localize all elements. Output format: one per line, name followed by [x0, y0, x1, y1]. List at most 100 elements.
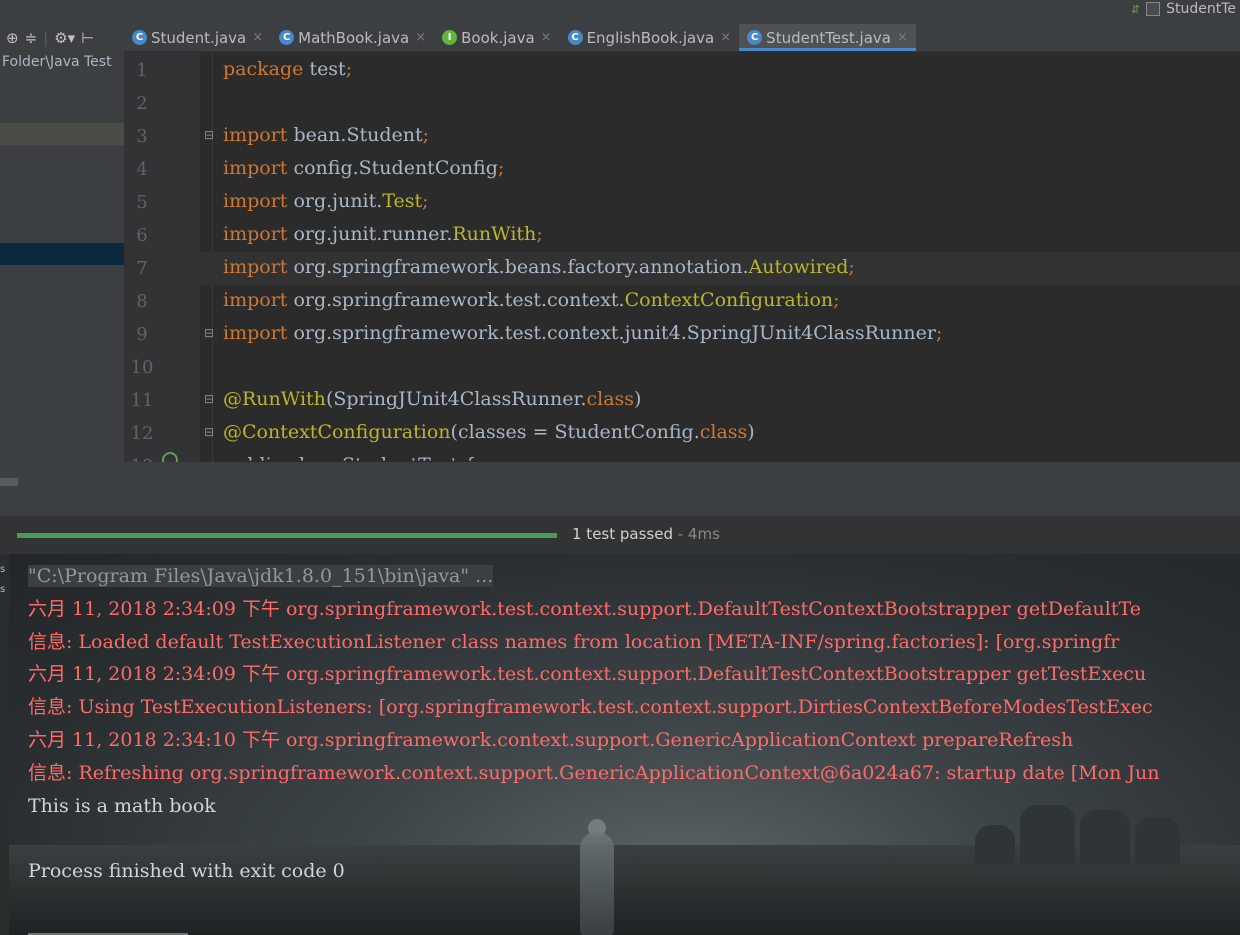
run-console[interactable]: s s "C:\Program Files\Java\jdk1.8.0_151\… — [0, 554, 1240, 935]
class-c-icon: C — [132, 30, 147, 45]
console-line: 六月 11, 2018 2:34:10 下午 org.springframewo… — [28, 728, 1074, 751]
package-name: org.springframework.beans.factory.annota… — [287, 256, 749, 278]
keyword: class — [586, 388, 635, 410]
identifier: (SpringJUnit4ClassRunner. — [325, 388, 587, 410]
console-line: "C:\Program Files\Java\jdk1.8.0_151\bin\… — [28, 560, 1159, 593]
crosshair-icon[interactable]: ⊕ — [6, 29, 19, 47]
line-number: 9 — [136, 324, 148, 345]
keyword: package — [223, 58, 304, 80]
close-icon[interactable]: × — [252, 30, 263, 45]
keyword: class — [699, 421, 748, 443]
fold-marker-icon[interactable] — [204, 62, 216, 76]
console-left-strip — [0, 554, 9, 935]
line-number: 10 — [130, 357, 154, 378]
tab-studenttest[interactable]: C StudentTest.java × — [739, 24, 916, 51]
tab-book[interactable]: I Book.java × — [434, 24, 559, 51]
fold-marker-icon[interactable]: ⊟ — [204, 326, 216, 340]
code-line-11[interactable]: @RunWith(SpringJUnit4ClassRunner.class) — [223, 388, 641, 410]
line-number: 8 — [136, 291, 148, 312]
test-status-bar: 1 test passed - 4ms — [0, 516, 1240, 554]
fold-marker-icon[interactable] — [204, 95, 216, 109]
fold-marker-icon[interactable] — [204, 227, 216, 241]
close-icon[interactable]: × — [897, 30, 908, 45]
console-command[interactable]: "C:\Program Files\Java\jdk1.8.0_151\bin\… — [28, 565, 494, 587]
top-toolbar-strip: ⇵ StudentTe — [0, 0, 1240, 24]
identifier: config.StudentConfig — [287, 157, 498, 179]
identifier: bean.Student — [287, 124, 423, 146]
tab-label: Book.java — [461, 28, 535, 47]
sidebar-row-highlight[interactable] — [0, 123, 124, 145]
code-line-8[interactable]: import org.springframework.test.context.… — [223, 289, 840, 311]
console-line: This is a math book — [28, 794, 216, 817]
code-line-9[interactable]: import org.springframework.test.context.… — [223, 322, 942, 344]
package-name: org.springframework.test.context. — [287, 289, 625, 311]
close-icon[interactable]: × — [415, 30, 426, 45]
fold-marker-icon[interactable] — [204, 359, 216, 373]
class-name: Autowired — [748, 256, 849, 278]
editor-hscroll-thumb[interactable] — [0, 478, 18, 486]
class-name: ContextConfiguration — [624, 289, 834, 311]
top-right-tab-label: StudentTe — [1166, 1, 1236, 17]
class-name: Test — [382, 190, 423, 212]
fold-marker-icon[interactable] — [204, 161, 216, 175]
hide-panel-icon[interactable]: ⊢ — [81, 29, 94, 47]
fold-marker-icon[interactable]: ⊟ — [204, 425, 216, 439]
code-line-5[interactable]: import org.junit.Test; — [223, 190, 429, 212]
keyword: import — [223, 289, 288, 311]
fold-marker-icon[interactable]: ⊟ — [204, 128, 216, 142]
code-line-4[interactable]: import config.StudentConfig; — [223, 157, 504, 179]
line-number: 1 — [136, 60, 148, 81]
semicolon: ; — [422, 190, 429, 212]
code-editor[interactable]: 123⊟456789⊟1011⊟12⊟13 package test; impo… — [124, 52, 1240, 462]
code-row: 10 — [124, 351, 1240, 384]
collapse-icon[interactable]: ≑ — [25, 29, 38, 47]
close-icon[interactable]: × — [541, 30, 552, 45]
top-right-tab[interactable]: ⇵ StudentTe — [1127, 0, 1240, 18]
code-line-12[interactable]: @ContextConfiguration(classes = StudentC… — [223, 421, 755, 443]
semicolon: ; — [833, 289, 840, 311]
code-line-6[interactable]: import org.junit.runner.RunWith; — [223, 223, 543, 245]
tab-label: MathBook.java — [298, 28, 410, 47]
semicolon: ; — [935, 322, 943, 344]
console-output: "C:\Program Files\Java\jdk1.8.0_151\bin\… — [28, 560, 1159, 888]
code-line-7[interactable]: import org.springframework.beans.factory… — [223, 256, 855, 278]
test-status-text: 1 test passed - 4ms — [572, 525, 720, 543]
fold-marker-icon[interactable] — [204, 293, 216, 307]
code-line-3[interactable]: import bean.Student; — [223, 124, 429, 146]
line-number: 2 — [136, 93, 148, 114]
line-number: 5 — [136, 192, 148, 213]
fold-marker-icon[interactable] — [204, 194, 216, 208]
run-test-icon[interactable] — [162, 452, 178, 462]
keyword: import — [223, 322, 288, 344]
identifier: org.springframework.test.context.junit4.… — [287, 322, 936, 344]
file-icon — [1146, 2, 1161, 16]
interface-i-icon: I — [442, 30, 458, 45]
close-icon[interactable]: × — [720, 30, 731, 45]
divider-icon: | — [43, 29, 49, 47]
tab-englishbook[interactable]: C EnglishBook.java × — [560, 24, 740, 51]
tab-label: Student.java — [151, 28, 247, 47]
line-number: 7 — [136, 258, 148, 279]
console-line: 信息: Loaded default TestExecutionListener… — [28, 630, 1120, 653]
console-line: 六月 11, 2018 2:34:09 下午 org.springframewo… — [28, 663, 1147, 686]
console-line: Process finished with exit code 0 — [28, 860, 345, 883]
gear-icon[interactable]: ⚙▾ — [54, 29, 75, 47]
keyword: import — [223, 157, 288, 179]
class-c-icon: C — [747, 30, 763, 45]
keyword: import — [223, 190, 288, 212]
annotation: @RunWith — [223, 388, 326, 410]
editor-tab-bar: C Student.java × C MathBook.java × I Book.java ×… — [124, 24, 1240, 52]
line-number: 6 — [136, 225, 148, 246]
fold-marker-icon[interactable] — [204, 260, 216, 274]
line-number: 12 — [130, 423, 154, 444]
class-name: RunWith — [452, 223, 537, 245]
sort-icon[interactable]: ⇵ — [1131, 4, 1140, 15]
code-line-1[interactable]: package test; — [223, 58, 352, 80]
test-progress-bar — [17, 533, 557, 538]
package-name: org.junit.runner. — [287, 223, 453, 245]
sidebar-row-selected[interactable] — [0, 243, 124, 265]
keyword: import — [223, 124, 288, 146]
tab-mathbook[interactable]: C MathBook.java × — [271, 24, 434, 51]
tab-student[interactable]: C Student.java × — [124, 24, 271, 51]
fold-marker-icon[interactable]: ⊟ — [204, 392, 216, 406]
